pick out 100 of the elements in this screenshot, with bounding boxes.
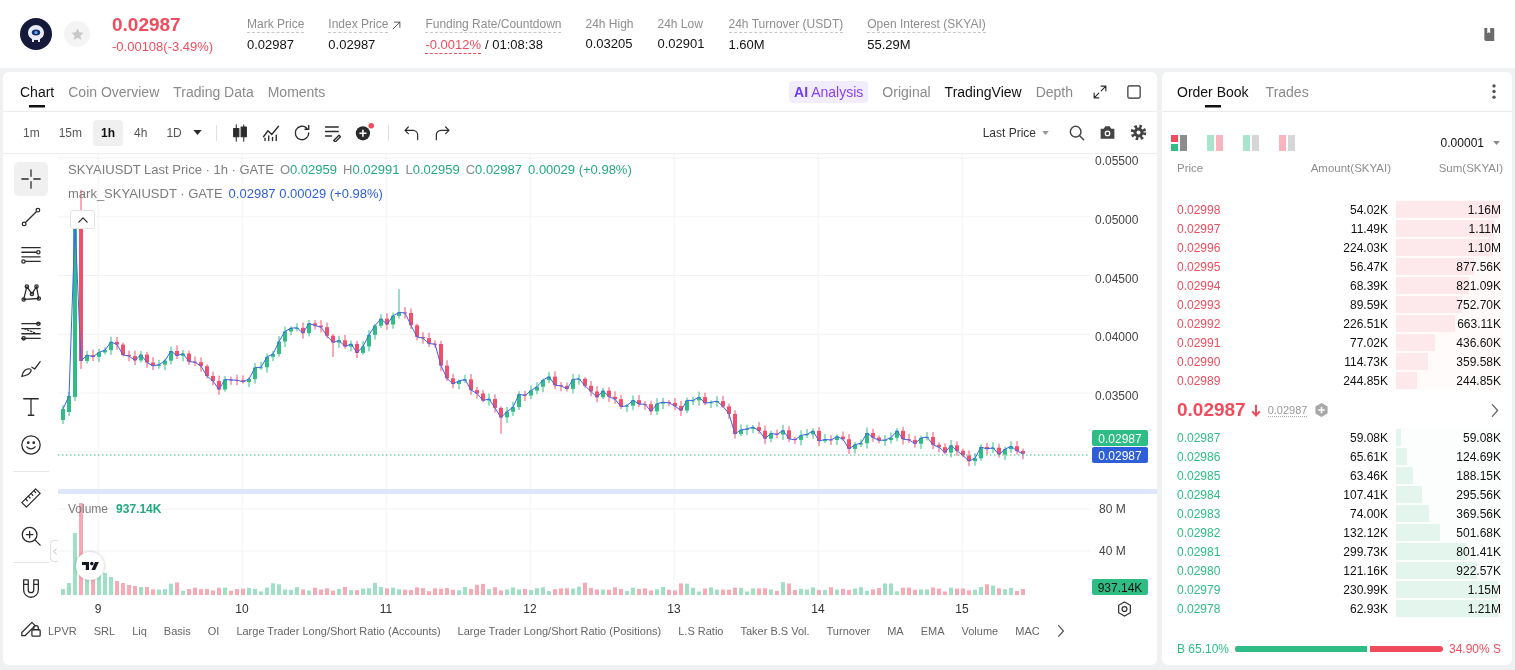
price-source-dropdown[interactable]: Last Price — [982, 119, 1049, 146]
redo-icon[interactable] — [434, 124, 451, 141]
interval-tab[interactable]: 4h — [126, 119, 156, 146]
price-cell-text: 0.02992 — [1177, 316, 1222, 331]
order-book-both-icon[interactable] — [1171, 135, 1187, 151]
price-cell-text: 0.02978 — [1177, 601, 1222, 616]
ai-analysis-tab[interactable]: AI Analysis — [789, 80, 869, 103]
time-axis-label: 10 — [235, 602, 249, 616]
trend-line-icon[interactable] — [19, 206, 42, 228]
indicator-tab[interactable]: LPVR — [48, 625, 77, 637]
price-cell-text: 0.02987 — [1177, 430, 1222, 445]
price-change: 0.00029 (+0.98%) — [528, 162, 632, 178]
pattern-icon[interactable] — [19, 282, 42, 304]
brush-icon[interactable] — [19, 358, 42, 380]
expand-icon[interactable] — [1093, 84, 1107, 99]
indicator-tab[interactable]: L.S Ratio — [678, 625, 724, 637]
amount-cell-text: 54.02K — [1348, 202, 1389, 217]
chart-settings-icon[interactable] — [1118, 601, 1131, 617]
sum-cell-text: 1.15M — [1467, 582, 1502, 597]
amount-cell-text: 89.59K — [1348, 297, 1389, 312]
collapse-toolbar-handle[interactable] — [50, 540, 58, 562]
star-icon[interactable] — [70, 27, 84, 41]
indicator-tab[interactable]: MAC — [1015, 625, 1040, 637]
chart-section-tab[interactable]: Moments — [267, 72, 326, 111]
arrow-down-icon — [1250, 403, 1261, 417]
indicator-tab[interactable]: Taker B.S Vol. — [740, 625, 810, 637]
camera-icon[interactable] — [1099, 125, 1116, 140]
indicator-tab[interactable]: Large Trader Long/Short Ratio (Accounts) — [236, 625, 441, 637]
indicator-tab[interactable]: OI — [207, 625, 220, 637]
sell-ratio: 34.90% S — [1448, 642, 1501, 656]
indicator-tab[interactable]: Volume — [961, 625, 999, 637]
time-axis-label: 15 — [955, 602, 969, 616]
amount-cell-text: 299.73K — [1342, 544, 1389, 559]
ohlc-value: C0.02987 — [465, 162, 523, 178]
chevron-right-icon[interactable] — [1056, 625, 1065, 637]
coin-logo-icon — [20, 18, 52, 50]
smiley-icon[interactable] — [19, 434, 42, 456]
ohlc-value: H0.02991 — [343, 162, 400, 178]
indicator-tab[interactable]: Liq — [132, 625, 147, 637]
indicator-chart-icon[interactable] — [261, 123, 280, 142]
stat-value: 1.60M — [728, 37, 765, 53]
interval-tab[interactable]: 15m — [50, 119, 90, 146]
indicator-tab[interactable]: EMA — [920, 625, 945, 637]
more-menu-icon[interactable] — [1492, 84, 1496, 99]
price-cell-text: 0.02989 — [1177, 373, 1222, 388]
ruler-icon[interactable] — [19, 487, 42, 509]
mid-price: 0.02987 — [1177, 399, 1246, 421]
settings-icon[interactable] — [1130, 124, 1147, 141]
stat-label: 24h Low — [657, 17, 703, 32]
stat-value: 0.02987 — [328, 37, 376, 53]
last-price: 0.02987 — [112, 14, 182, 36]
square-outline-icon[interactable] — [1127, 84, 1141, 99]
chart-view-tab[interactable]: TradingView — [944, 80, 1022, 103]
chart-view-tab[interactable]: Depth — [1035, 80, 1073, 103]
template-list-icon[interactable] — [323, 123, 342, 142]
interval-tab[interactable]: 1D — [158, 119, 190, 146]
stat-value: 55.29M — [867, 37, 911, 53]
amount-cell-text: 224.03K — [1342, 240, 1389, 255]
chart-section-tab[interactable]: Trading Data — [173, 72, 254, 111]
caret-up-icon[interactable] — [77, 216, 88, 223]
candlestick-icon[interactable] — [230, 123, 249, 142]
sum-cell-text: 359.58K — [1456, 354, 1502, 369]
amount-cell-text: 65.61K — [1348, 449, 1389, 464]
interval-tab[interactable]: 1h — [93, 119, 124, 146]
price-cell-text: 0.02985 — [1177, 468, 1222, 483]
sum-cell-text: 244.85K — [1456, 373, 1502, 388]
notebook-icon[interactable] — [1482, 26, 1496, 42]
sum-cell-text: 59.08K — [1462, 430, 1502, 445]
indicator-tab[interactable]: Large Trader Long/Short Ratio (Positions) — [457, 625, 662, 637]
fibonacci-icon[interactable] — [19, 320, 42, 342]
funding-countdown: / 01:08:38 — [485, 37, 543, 54]
price-cell-text: 0.02993 — [1177, 297, 1222, 312]
symbol-title: SKYAIUSDT Last Price · 1h · GATE — [68, 162, 274, 178]
price-axis-label: 0.04500 — [1095, 271, 1139, 286]
crosshair-icon[interactable] — [19, 168, 42, 190]
column-header: Sum(SKYAI) — [1437, 162, 1503, 174]
sum-cell-text: 1.16M — [1467, 202, 1502, 217]
parallel-lines-icon[interactable] — [19, 244, 42, 266]
indicator-tab[interactable]: Basis — [163, 625, 191, 637]
zoom-in-icon[interactable] — [19, 525, 42, 547]
amount-cell-text: 226.51K — [1342, 316, 1389, 331]
add-indicator-icon[interactable] — [354, 123, 374, 142]
search-icon[interactable] — [1069, 124, 1085, 141]
indicator-tab[interactable]: Turnover — [826, 625, 871, 637]
stat-label: Index Price — [328, 17, 389, 33]
price-axis-label: 0.04000 — [1095, 330, 1139, 345]
caret-down-icon[interactable] — [192, 130, 202, 135]
chart-section-tab[interactable]: Coin Overview — [68, 72, 160, 111]
amount-cell-text: 244.85K — [1342, 373, 1389, 388]
precision-dropdown[interactable]: 0.00001 — [1440, 136, 1500, 150]
interval-tab[interactable]: 1m — [15, 119, 48, 146]
indicator-tab[interactable]: SRL — [93, 625, 116, 637]
order-book-tab[interactable]: Trades — [1265, 72, 1309, 111]
chart-view-tab[interactable]: Original — [882, 80, 931, 103]
replay-icon[interactable] — [292, 123, 311, 142]
arrow-up-right-icon[interactable] — [392, 20, 402, 30]
undo-icon[interactable] — [402, 124, 419, 141]
indicator-tab[interactable]: MA — [887, 625, 904, 637]
sum-cell-text: 663.11K — [1457, 316, 1502, 331]
chevron-right-icon[interactable] — [1491, 403, 1499, 417]
